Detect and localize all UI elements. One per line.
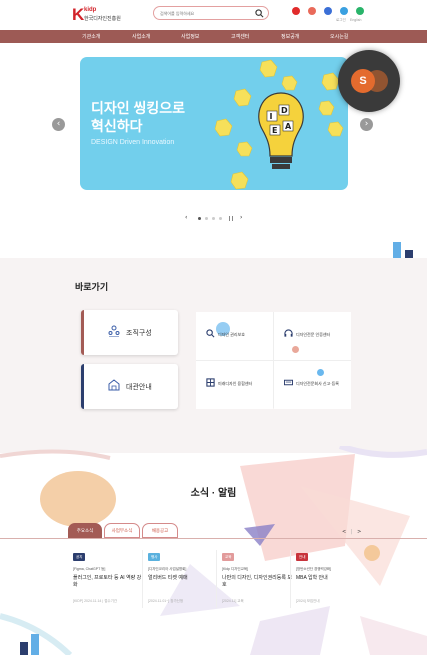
search-icon[interactable] xyxy=(255,9,264,18)
site-header: K kidp 한국디자인진흥원 로그인 English xyxy=(0,0,427,30)
tab-business-news[interactable]: 사업부소식 xyxy=(104,523,140,538)
organization-icon xyxy=(108,325,120,337)
quick-link-future-center[interactable]: 미래디자인 융합센터 xyxy=(196,361,273,409)
fab-letter: S xyxy=(351,69,375,93)
search-box xyxy=(153,6,269,20)
card-divider xyxy=(216,550,217,608)
news-card[interactable]: 공지 [Figma, ChatGPT 등] 플러그인, 프로토타 등 AI 역량… xyxy=(73,550,145,608)
news-badge: 행사 xyxy=(148,553,161,561)
news-title: 소식 · 알림 xyxy=(190,488,237,499)
main-nav: 기관소개 사업소개 사업정보 고객센터 정보공개 오시는길 xyxy=(0,30,427,43)
quick-link-label: 디자인전문회사 신고·등록 xyxy=(296,381,339,386)
news-headline: 얼리버드 티켓 예매 xyxy=(148,575,188,581)
slider-next-button[interactable]: › xyxy=(240,214,242,221)
quick-link-certification-center[interactable]: 디자인전문 인증센터 xyxy=(274,312,351,360)
news-category: [Figma, ChatGPT 등] xyxy=(73,567,106,571)
hero-title-line2: 혁신하다 xyxy=(91,118,143,134)
instagram-icon[interactable] xyxy=(308,7,316,15)
news-date: [2024] 모집안내 xyxy=(296,599,320,603)
news-category: [디자인코리아 사업설명회] xyxy=(148,567,187,571)
logo-korean: 한국디자인진흥원 xyxy=(84,16,121,22)
slider-prev-button[interactable]: ‹ xyxy=(185,214,187,221)
news-card[interactable]: 안내 [방탄소년단 경쟁력강화] MBA 입학 안내 [2024] 모집안내 xyxy=(296,550,368,608)
floating-action-button[interactable]: S xyxy=(338,50,400,112)
logo-mark: K xyxy=(72,5,85,24)
nav-item-about[interactable]: 기관소개 xyxy=(82,33,100,40)
slider-dot[interactable] xyxy=(219,217,222,220)
nav-item-business[interactable]: 사업소개 xyxy=(132,33,150,40)
news-date: [2024.11] 교육 xyxy=(222,599,244,603)
login-link[interactable]: 로그인 xyxy=(336,18,346,23)
keyboard-icon xyxy=(284,379,293,386)
bulb-letter-d: D xyxy=(281,106,288,115)
hero-title-line1: 디자인 씽킹으로 xyxy=(91,100,186,116)
nav-item-location[interactable]: 오시는길 xyxy=(330,33,348,40)
quick-card-label: 조직구성 xyxy=(126,330,152,337)
tab-main-news[interactable]: 주요소식 xyxy=(68,523,102,538)
hero-next-arrow[interactable]: › xyxy=(360,118,373,131)
news-headline: 나만의 디자인, 디자인권리등록 보호 xyxy=(222,575,292,588)
news-card[interactable]: 교육 [Kidp 디자인교육] 나만의 디자인, 디자인권리등록 보호 [202… xyxy=(222,550,294,608)
quick-link-label: 디자인 권리보호 xyxy=(218,332,245,337)
quick-link-design-rights[interactable]: 디자인 권리보호 xyxy=(196,312,273,360)
news-badge: 안내 xyxy=(296,553,309,561)
news-pager: < | > xyxy=(342,529,361,535)
news-headline: MBA 입학 안내 xyxy=(296,575,328,581)
slider-dot[interactable] xyxy=(212,217,215,220)
quick-link-label: 미래디자인 융합센터 xyxy=(218,381,253,386)
news-next-button[interactable]: > xyxy=(357,529,361,535)
bulb-letter-i: I xyxy=(270,112,273,121)
quick-grid: 디자인 권리보호 디자인전문 인증센터 미래디자인 융합센터 디자인전문회사 신… xyxy=(196,312,351,409)
news-date: [2024.11.01~] 참가신청 xyxy=(148,599,184,603)
bulb-letter-e: E xyxy=(272,126,277,135)
building-grid-icon xyxy=(206,378,215,387)
pager-separator: | xyxy=(350,529,353,535)
news-badge: 공지 xyxy=(73,553,86,561)
nav-item-support[interactable]: 고객센터 xyxy=(231,33,249,40)
hero-subtitle: DESIGN Driven Innovation xyxy=(91,139,175,146)
logo-english: kidp xyxy=(84,7,97,13)
kidp-logo[interactable]: K kidp 한국디자인진흥원 xyxy=(72,6,132,26)
building-icon xyxy=(108,379,120,391)
decor-dot xyxy=(292,346,299,353)
tab-recruitment[interactable]: 채용공고 xyxy=(142,523,178,538)
hero-prev-arrow[interactable]: ‹ xyxy=(52,118,65,131)
news-divider xyxy=(0,538,427,539)
blog-icon[interactable] xyxy=(356,7,364,15)
news-prev-button[interactable]: < xyxy=(342,529,346,535)
slider-dot-active[interactable] xyxy=(198,217,201,220)
nav-item-info[interactable]: 사업정보 xyxy=(181,33,199,40)
news-headline: 플러그인, 프로토타 등 AI 역량 강화 xyxy=(73,575,142,588)
pause-icon[interactable] xyxy=(229,216,233,221)
news-date: [KIDP] 2024.11.14 | 접수기간 xyxy=(73,599,118,603)
lightbulb-illustration: I D E A xyxy=(214,59,344,190)
twitter-icon[interactable] xyxy=(340,7,348,15)
search-input[interactable] xyxy=(160,10,250,17)
bulb-letter-a: A xyxy=(285,122,292,131)
quick-card-rental[interactable]: 대관안내 xyxy=(81,364,178,409)
facebook-icon[interactable] xyxy=(324,7,332,15)
english-link[interactable]: English xyxy=(350,18,361,22)
rights-icon xyxy=(206,329,215,338)
headset-icon xyxy=(284,329,293,337)
news-category: [Kidp 디자인교육] xyxy=(222,567,249,571)
quick-link-label: 디자인전문 인증센터 xyxy=(296,332,331,337)
decor-dot xyxy=(317,369,324,376)
slider-controls: ‹ › xyxy=(185,214,245,222)
nav-item-disclosure[interactable]: 정보공개 xyxy=(281,33,299,40)
hero-banner[interactable]: 디자인 씽킹으로 혁신하다 DESIGN Driven Innovation I… xyxy=(80,57,348,190)
news-card[interactable]: 행사 [디자인코리아 사업설명회] 얼리버드 티켓 예매 [2024.11.01… xyxy=(148,550,220,608)
quick-card-organization[interactable]: 조직구성 xyxy=(81,310,178,355)
news-category: [방탄소년단 경쟁력강화] xyxy=(296,567,332,571)
slider-dot[interactable] xyxy=(205,217,208,220)
quick-card-label: 대관안내 xyxy=(126,384,152,391)
card-divider xyxy=(142,550,143,608)
quick-link-registration[interactable]: 디자인전문회사 신고·등록 xyxy=(274,361,351,409)
quick-links-title: 바로가기 xyxy=(75,282,109,292)
youtube-icon[interactable] xyxy=(292,7,300,15)
card-divider xyxy=(290,550,291,608)
news-badge: 교육 xyxy=(222,553,235,561)
